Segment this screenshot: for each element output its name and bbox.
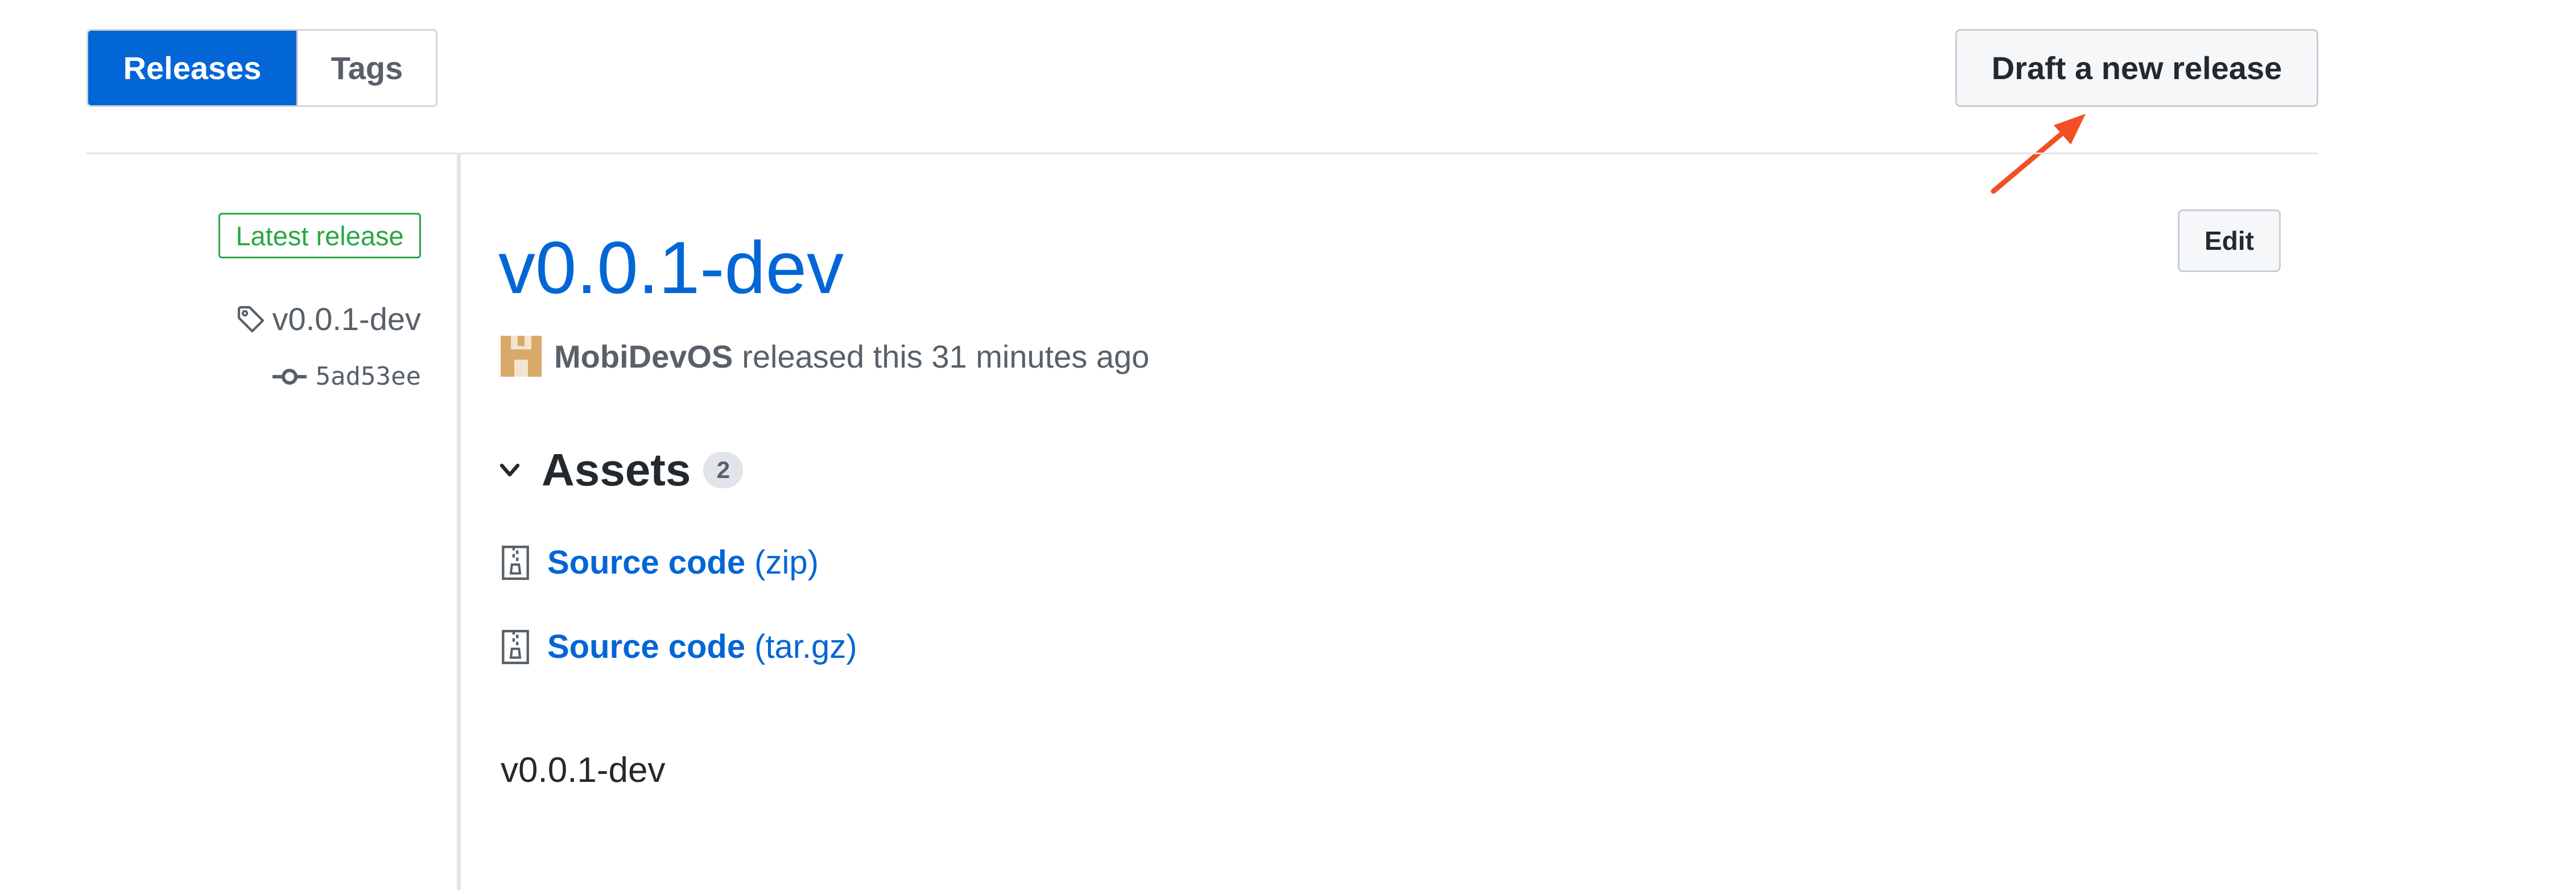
asset-source-targz[interactable]: Source code (tar.gz)	[501, 628, 857, 666]
timeline-divider	[457, 154, 461, 890]
file-zip-icon	[502, 629, 529, 664]
tab-tags[interactable]: Tags	[296, 31, 436, 105]
asset-label: Source code	[547, 628, 746, 665]
commit-sha: 5ad53ee	[315, 362, 421, 391]
assets-heading: Assets	[542, 444, 691, 495]
assets-count-badge: 2	[703, 452, 744, 488]
header-divider	[86, 153, 2318, 154]
chevron-down-icon	[499, 463, 520, 477]
latest-release-badge: Latest release	[218, 213, 421, 258]
tag-label: v0.0.1-dev	[272, 301, 422, 337]
file-zip-icon	[502, 545, 529, 580]
releases-tags-tabnav: Releases Tags	[86, 29, 437, 107]
edit-button[interactable]: Edit	[2178, 209, 2281, 272]
tag-icon	[237, 306, 264, 332]
released-time: released this 31 minutes ago	[742, 338, 1150, 374]
git-commit-icon	[272, 368, 307, 385]
avatar[interactable]	[501, 336, 542, 377]
release-byline: MobiDevOS released this 31 minutes ago	[501, 336, 1149, 377]
release-commit-link[interactable]: 5ad53ee	[272, 362, 421, 391]
release-tag-link[interactable]: v0.0.1-dev	[235, 300, 422, 337]
asset-ext: (zip)	[754, 544, 819, 581]
tab-releases[interactable]: Releases	[88, 31, 296, 105]
release-title[interactable]: v0.0.1-dev	[498, 222, 844, 313]
draft-new-release-button[interactable]: Draft a new release	[1955, 29, 2318, 107]
release-notes: v0.0.1-dev	[501, 751, 666, 790]
asset-ext: (tar.gz)	[754, 628, 857, 665]
assets-toggle[interactable]: Assets 2	[498, 444, 744, 496]
asset-label: Source code	[547, 544, 746, 581]
asset-source-zip[interactable]: Source code (zip)	[501, 543, 819, 582]
author-link[interactable]: MobiDevOS	[554, 338, 733, 375]
